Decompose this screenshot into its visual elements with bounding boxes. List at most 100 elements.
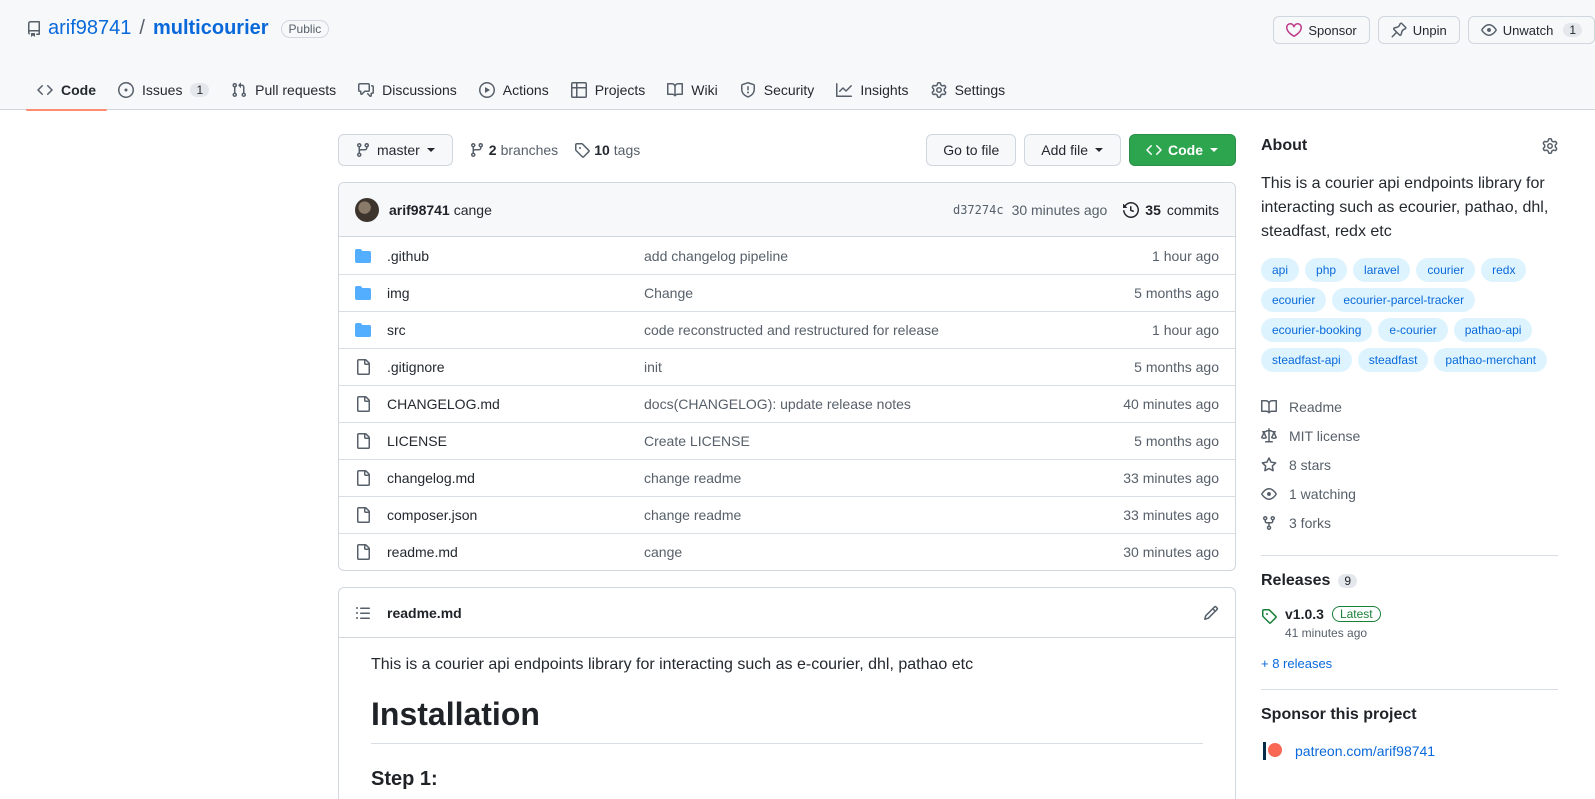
topic-tag[interactable]: steadfast-api (1261, 348, 1352, 372)
file-name-link[interactable]: .gitignore (387, 359, 644, 375)
topic-tag[interactable]: courier (1416, 258, 1476, 282)
license-link[interactable]: MIT license (1261, 421, 1558, 450)
tab-issues[interactable]: Issues 1 (107, 70, 220, 110)
repo-name-link[interactable]: multicourier (153, 17, 269, 40)
latest-release[interactable]: v1.0.3 Latest 41 minutes ago (1261, 606, 1558, 640)
avatar[interactable] (355, 197, 379, 222)
topic-tag[interactable]: e-courier (1378, 318, 1448, 342)
divider (1261, 555, 1558, 556)
releases-header: Releases 9 (1261, 572, 1558, 590)
file-commit-message-link[interactable]: change readme (644, 507, 1123, 523)
latest-commit-bar: arif98741 cange d37274c 30 minutes ago 3… (339, 183, 1235, 237)
header-actions: Sponsor Unpin Unwatch 1 (1273, 16, 1595, 44)
sponsor-button[interactable]: Sponsor (1273, 16, 1370, 44)
repo-owner-link[interactable]: arif98741 (48, 17, 131, 40)
file-name-link[interactable]: .github (387, 248, 644, 264)
file-icon (355, 470, 371, 486)
code-icon (1146, 142, 1162, 158)
tab-pull-requests[interactable]: Pull requests (220, 70, 347, 110)
patreon-link[interactable]: patreon.com/arif98741 (1261, 742, 1558, 760)
watchers-link[interactable]: 1 watching (1261, 479, 1558, 508)
file-name-link[interactable]: LICENSE (387, 433, 644, 449)
list-icon[interactable] (355, 605, 371, 621)
file-icon (355, 359, 371, 375)
unpin-button[interactable]: Unpin (1377, 16, 1460, 44)
topic-tag[interactable]: ecourier-booking (1261, 318, 1373, 342)
pencil-icon[interactable] (1203, 605, 1219, 621)
unwatch-button[interactable]: Unwatch 1 (1467, 16, 1595, 44)
file-commit-message-link[interactable]: init (644, 359, 1134, 375)
commit-sha-link[interactable]: d37274c (953, 203, 1004, 217)
tab-discussions[interactable]: Discussions (347, 70, 468, 110)
file-commit-message-link[interactable]: Change (644, 285, 1134, 301)
tab-insights[interactable]: Insights (825, 70, 919, 110)
topic-tag[interactable]: laravel (1353, 258, 1411, 282)
topic-tag[interactable]: pathao-api (1453, 318, 1533, 342)
tags-link[interactable]: 10 tags (574, 142, 640, 158)
code-button[interactable]: Code (1129, 134, 1236, 166)
tab-projects[interactable]: Projects (560, 70, 657, 110)
file-name-link[interactable]: readme.md (387, 544, 644, 560)
topic-tag[interactable]: api (1261, 258, 1300, 282)
readme-link-label: Readme (1289, 398, 1342, 415)
pull-request-icon (231, 82, 247, 98)
topic-tag[interactable]: pathao-merchant (1434, 348, 1548, 372)
file-commit-message-link[interactable]: cange (644, 544, 1123, 560)
commit-message-link[interactable]: cange (454, 202, 492, 218)
unwatch-label: Unwatch (1502, 22, 1554, 38)
commits-history-link[interactable]: 35 commits (1123, 202, 1219, 218)
add-file-label: Add file (1041, 142, 1088, 158)
file-commit-message-link[interactable]: docs(CHANGELOG): update release notes (644, 396, 1123, 412)
tab-wiki[interactable]: Wiki (656, 70, 728, 110)
gear-icon[interactable] (1542, 138, 1558, 154)
forks-link[interactable]: 3 forks (1261, 508, 1558, 537)
file-name-link[interactable]: changelog.md (387, 470, 644, 486)
tags-label: tags (613, 142, 641, 158)
topic-tag[interactable]: php (1305, 258, 1348, 282)
readme-link[interactable]: Readme (1261, 392, 1558, 421)
file-commit-message-link[interactable]: add changelog pipeline (644, 248, 1152, 264)
forks-link-label: 3 forks (1289, 514, 1332, 531)
topic-tag[interactable]: redx (1481, 258, 1527, 282)
branches-link[interactable]: 2 branches (469, 142, 558, 158)
topic-tag[interactable]: steadfast (1357, 348, 1429, 372)
file-commit-message-link[interactable]: code reconstructed and restructured for … (644, 322, 1152, 338)
readme-filename-link[interactable]: readme.md (387, 605, 462, 621)
discussion-icon (358, 82, 375, 98)
file-name-link[interactable]: src (387, 322, 644, 338)
tab-label: Issues (142, 82, 183, 98)
readme-heading-step1: Step 1: (371, 768, 438, 790)
law-icon (1261, 427, 1277, 444)
tab-actions[interactable]: Actions (468, 70, 560, 110)
tab-security[interactable]: Security (729, 70, 826, 110)
license-link-label: MIT license (1289, 427, 1361, 444)
more-releases-link[interactable]: + 8 releases (1261, 656, 1558, 671)
sponsor-label: Sponsor (1308, 22, 1357, 38)
play-icon (478, 82, 495, 98)
branch-icon (355, 142, 371, 158)
file-name-link[interactable]: CHANGELOG.md (387, 396, 644, 412)
stars-link[interactable]: 8 stars (1261, 450, 1558, 479)
file-commit-message-link[interactable]: Create LICENSE (644, 433, 1134, 449)
commit-author-link[interactable]: arif98741 (389, 202, 450, 218)
add-file-button[interactable]: Add file (1024, 134, 1121, 166)
tab-code[interactable]: Code (26, 70, 107, 111)
release-version: v1.0.3 (1285, 606, 1324, 622)
file-commit-message-link[interactable]: change readme (644, 470, 1123, 486)
file-name-link[interactable]: img (387, 285, 644, 301)
readme-heading-installation: Installation (371, 696, 1203, 744)
topic-tag[interactable]: ecourier (1261, 288, 1327, 312)
branches-count: 2 (488, 142, 497, 158)
file-commit-time: 40 minutes ago (1123, 396, 1219, 412)
file-name-link[interactable]: composer.json (387, 507, 644, 523)
releases-title-link[interactable]: Releases (1261, 572, 1330, 590)
watch-count: 1 (1563, 23, 1582, 37)
tab-label: Code (61, 82, 96, 98)
sponsor-section-title: Sponsor this project (1261, 706, 1417, 723)
heart-icon (1286, 22, 1303, 38)
topic-tag[interactable]: ecourier-parcel-tracker (1332, 288, 1476, 312)
tab-settings[interactable]: Settings (920, 70, 1017, 110)
branch-select-button[interactable]: master (338, 134, 453, 166)
go-to-file-button[interactable]: Go to file (926, 134, 1017, 166)
file-row: composer.json change readme 33 minutes ago (339, 496, 1235, 533)
